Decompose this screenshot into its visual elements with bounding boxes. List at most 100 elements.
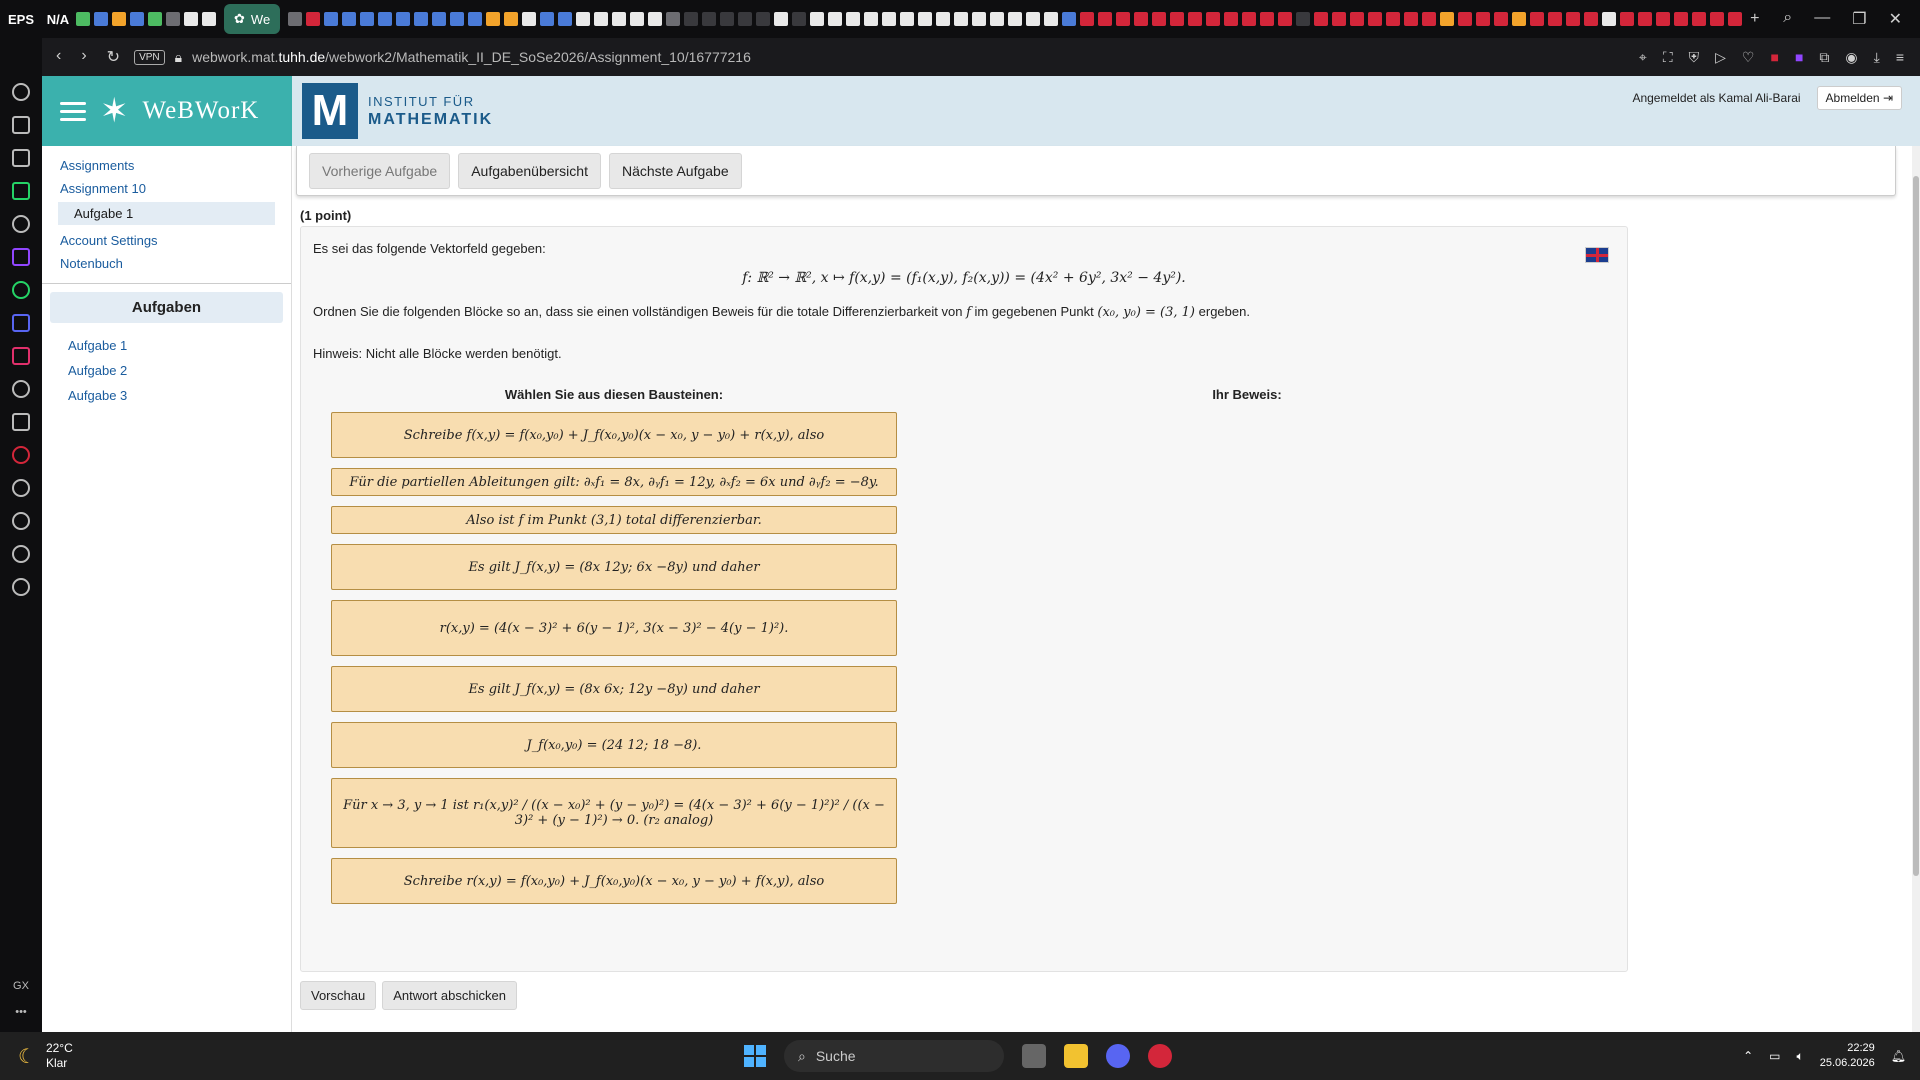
sidebar-assignments[interactable]: Assignments — [60, 154, 291, 177]
tab-icon[interactable] — [1044, 12, 1059, 26]
discord-taskbar-icon[interactable] — [1106, 1044, 1130, 1068]
tab-icon[interactable] — [1440, 12, 1455, 26]
proof-target-column[interactable]: Ihr Beweis: — [897, 387, 1597, 914]
tab-icon[interactable] — [1494, 12, 1509, 26]
url-field[interactable]: webwork.mat.tuhh.de/webwork2/Mathematik_… — [192, 49, 751, 65]
tab-icon[interactable] — [1386, 12, 1401, 26]
tab-icon[interactable] — [720, 12, 735, 26]
tab-icon[interactable] — [576, 12, 591, 26]
tab-icon[interactable] — [1620, 12, 1635, 26]
tab-icon[interactable] — [558, 12, 573, 26]
tab-icon[interactable] — [810, 12, 825, 26]
tab-icon[interactable] — [1152, 12, 1167, 26]
tab-icon[interactable] — [486, 12, 501, 26]
tab-icon[interactable] — [94, 12, 108, 26]
tab-icon[interactable] — [342, 12, 357, 26]
tab-icon[interactable] — [1026, 12, 1041, 26]
opera-gx-taskbar-icon[interactable] — [1148, 1044, 1172, 1068]
ai-icon[interactable] — [12, 116, 30, 134]
tab-icon[interactable] — [166, 12, 180, 26]
maps-icon[interactable] — [12, 182, 30, 200]
tab-icon[interactable] — [1674, 12, 1689, 26]
tab-icon[interactable] — [112, 12, 126, 26]
proof-block[interactable]: Also ist f im Punkt (3,1) total differen… — [331, 506, 897, 534]
logout-button[interactable]: Abmelden ⇥ — [1816, 86, 1902, 110]
problem-overview-button[interactable]: Aufgabenübersicht — [458, 152, 601, 189]
tab-icon[interactable] — [1242, 12, 1257, 26]
tab-icon[interactable] — [1692, 12, 1707, 26]
play-icon[interactable]: ▷ — [1715, 49, 1726, 66]
windows-start-icon[interactable] — [744, 1045, 766, 1067]
tab-icon[interactable] — [612, 12, 627, 26]
tab-icon[interactable] — [1062, 12, 1077, 26]
tab-icon[interactable] — [630, 12, 645, 26]
forward-icon[interactable]: › — [81, 47, 86, 67]
tab-icon[interactable] — [1638, 12, 1653, 26]
heart-icon[interactable]: ♡ — [1742, 49, 1755, 66]
instagram-icon[interactable] — [12, 347, 30, 365]
tab-icon[interactable] — [1188, 12, 1203, 26]
download-icon[interactable]: ⤓ — [1874, 49, 1880, 66]
minimize-icon[interactable]: — — [1814, 9, 1830, 29]
adblock-icon[interactable]: ■ — [1770, 49, 1778, 66]
reload-icon[interactable]: ↻ — [107, 47, 120, 67]
tab-icon[interactable] — [414, 12, 429, 26]
tab-icon[interactable] — [1476, 12, 1491, 26]
tab-icon[interactable] — [1584, 12, 1599, 26]
tab-icon[interactable] — [1728, 12, 1743, 26]
english-flag-icon[interactable] — [1585, 247, 1609, 263]
tab-icon[interactable] — [918, 12, 933, 26]
volume-icon[interactable]: 🔈︎ — [1797, 1049, 1804, 1064]
tab-icon[interactable] — [648, 12, 663, 26]
new-tab-icon[interactable]: + — [1750, 10, 1759, 28]
clock[interactable]: 22:29 25.06.2026 — [1820, 1041, 1875, 1071]
restore-icon[interactable]: ❐ — [1852, 9, 1866, 29]
tab-icon[interactable] — [666, 12, 681, 26]
proof-block[interactable]: Für x → 3, y → 1 ist r₁(x,y)² / ((x − x₀… — [331, 778, 897, 848]
sidebar-grades[interactable]: Notenbuch — [60, 252, 291, 275]
sidebar-problem-1[interactable]: Aufgabe 1 — [68, 333, 291, 358]
tab-icon[interactable] — [288, 12, 303, 26]
extensions-icon[interactable]: ⧉ — [1819, 49, 1829, 66]
whatsapp-icon[interactable] — [12, 281, 30, 299]
pin-icon[interactable]: ⌖ — [1639, 49, 1647, 66]
proof-block[interactable]: Für die partiellen Ableitungen gilt: ∂ₓf… — [331, 468, 897, 496]
submit-answer-button[interactable]: Antwort abschicken — [382, 981, 517, 1010]
page-scrollbar[interactable] — [1912, 146, 1920, 1032]
tab-icon[interactable] — [1314, 12, 1329, 26]
vpn-badge[interactable]: VPN — [134, 49, 165, 65]
tiktok-icon[interactable] — [12, 380, 30, 398]
tab-icon[interactable] — [130, 12, 144, 26]
tab-icon[interactable] — [900, 12, 915, 26]
institute-logo[interactable]: M INSTITUT FÜR MATHEMATIK — [292, 76, 493, 146]
settings-icon[interactable] — [12, 578, 30, 596]
player-icon[interactable] — [12, 479, 30, 497]
tab-icon[interactable] — [864, 12, 879, 26]
tab-icon[interactable] — [468, 12, 483, 26]
tab-icon[interactable] — [504, 12, 519, 26]
file-explorer-icon[interactable] — [1064, 1044, 1088, 1068]
prev-problem-button[interactable]: Vorherige Aufgabe — [309, 152, 451, 189]
tab-icon[interactable] — [360, 12, 375, 26]
back-icon[interactable]: ‹ — [56, 47, 61, 67]
tab-icon[interactable] — [1350, 12, 1365, 26]
tab-icon[interactable] — [954, 12, 969, 26]
close-icon[interactable]: ✕ — [1889, 9, 1902, 29]
tab-icon[interactable] — [1404, 12, 1419, 26]
more-icon[interactable]: ••• — [13, 1006, 29, 1018]
tab-icon[interactable] — [1548, 12, 1563, 26]
taskbar-search[interactable]: ⌕ Suche — [784, 1040, 1004, 1072]
tab-icon[interactable] — [1710, 12, 1725, 26]
notification-icon[interactable]: 🔔︎ — [1891, 1049, 1906, 1063]
active-tab[interactable]: ✿ We — [224, 4, 281, 34]
tab-icon[interactable] — [1332, 12, 1347, 26]
tab-icon[interactable] — [1458, 12, 1473, 26]
tab-icon[interactable] — [1296, 12, 1311, 26]
task-view-icon[interactable] — [1022, 1044, 1046, 1068]
lock-icon[interactable]: 🔒︎ — [175, 49, 182, 66]
tab-icon[interactable] — [972, 12, 987, 26]
tab-icon[interactable] — [702, 12, 717, 26]
speed-dial-icon[interactable] — [12, 83, 30, 101]
tab-icon[interactable] — [594, 12, 609, 26]
twitch-icon[interactable] — [12, 248, 30, 266]
